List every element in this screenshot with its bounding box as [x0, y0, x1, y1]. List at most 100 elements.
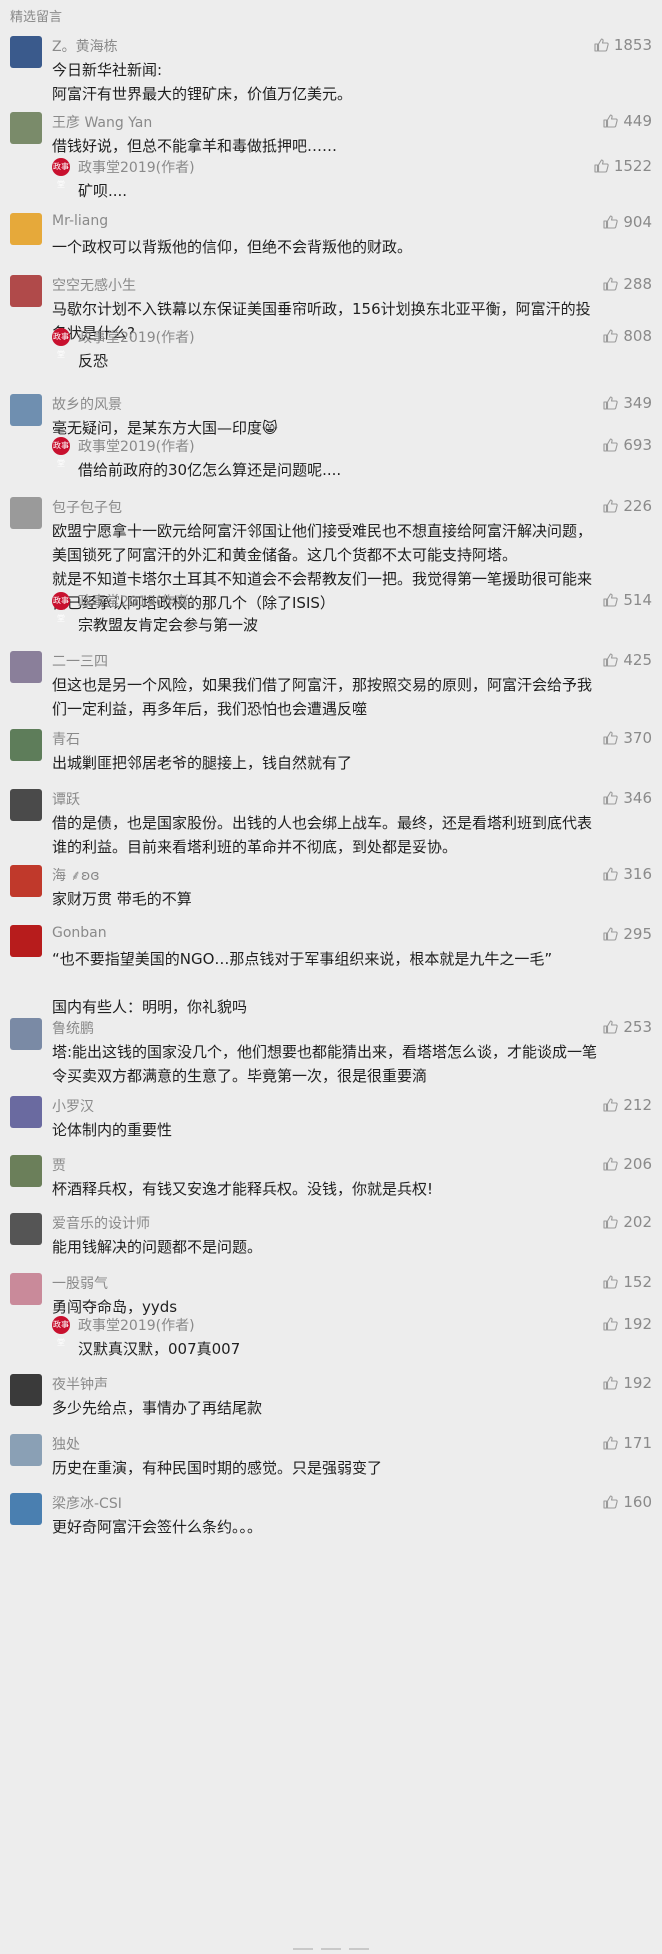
like-button[interactable]: 449 [602, 112, 652, 130]
comment-text: 更好奇阿富汗会签什么条约。。。 [52, 1518, 263, 1536]
like-count: 253 [623, 1018, 652, 1036]
thumbs-up-icon [594, 38, 609, 52]
like-count: 202 [623, 1213, 652, 1231]
like-button[interactable]: 192 [602, 1374, 652, 1392]
like-count: 288 [623, 275, 652, 293]
avatar[interactable] [10, 1374, 42, 1406]
comment-username: 青石 [52, 732, 80, 748]
comment-text: 借的是债，也是国家股份。出钱的人也会绑上战车。最终，还是看塔利班到底代表 谁的利… [52, 814, 593, 856]
comment-username: 王彦 Wang Yan [52, 115, 153, 131]
like-button[interactable]: 346 [602, 789, 652, 807]
author-seal-icon: 政事堂 [52, 158, 70, 189]
like-button[interactable]: 160 [602, 1493, 652, 1511]
like-button[interactable]: 212 [602, 1096, 652, 1114]
comment-username: 独处 [52, 1437, 80, 1453]
reply-like-button[interactable]: 1522 [593, 157, 652, 175]
comment-username: 故乡的风景 [52, 397, 122, 413]
like-button[interactable]: 202 [602, 1213, 652, 1231]
like-count: 212 [623, 1096, 652, 1114]
like-count: 514 [623, 591, 652, 609]
comment-username: 梁彦冰-CSI [52, 1496, 122, 1512]
like-button[interactable]: 206 [602, 1155, 652, 1173]
comment-username: 贾 [52, 1158, 66, 1174]
author-seal-icon: 政事堂 [52, 1316, 70, 1347]
avatar[interactable] [10, 275, 42, 307]
avatar[interactable] [10, 1096, 42, 1128]
thumbs-up-icon [603, 731, 619, 745]
reply-like-button[interactable]: 693 [602, 436, 652, 454]
reply-text: 借给前政府的30亿怎么算还是问题呢.... [78, 461, 342, 479]
like-button[interactable]: 1853 [593, 36, 652, 54]
thumbs-up-icon [603, 927, 619, 941]
like-button[interactable]: 288 [602, 275, 652, 293]
thumbs-up-icon [603, 1215, 619, 1229]
thumbs-up-icon [603, 791, 619, 805]
reply-like-button[interactable]: 514 [602, 591, 652, 609]
avatar[interactable] [10, 1434, 42, 1466]
like-count: 152 [623, 1273, 652, 1291]
like-count: 349 [623, 394, 652, 412]
reply-like-button[interactable]: 808 [602, 327, 652, 345]
section-title: 精选留言 [10, 10, 63, 25]
page-end-indicator [0, 1935, 662, 1954]
comment-username: 包子包子包 [52, 500, 122, 516]
avatar[interactable] [10, 1213, 42, 1245]
reply-author: 政事堂2019(作者) [78, 1318, 195, 1334]
like-button[interactable]: 316 [602, 865, 652, 883]
comment-username: 一股弱气 [52, 1276, 108, 1292]
comment-text: 历史在重演，有种民国时期的感觉。只是强弱变了 [52, 1459, 383, 1477]
like-count: 808 [623, 327, 652, 345]
like-button[interactable]: 370 [602, 729, 652, 747]
avatar[interactable] [10, 729, 42, 761]
avatar[interactable] [10, 865, 42, 897]
avatar[interactable] [10, 1273, 42, 1305]
comment-text: 今日新华社新闻: 阿富汗有世界最大的锂矿床，价值万亿美元。 [52, 61, 353, 103]
comment-text: 借钱好说，但总不能拿羊和毒做抵押吧…… [52, 137, 338, 155]
like-button[interactable]: 226 [602, 497, 652, 515]
avatar[interactable] [10, 36, 42, 68]
thumbs-up-icon [603, 1098, 619, 1112]
avatar[interactable] [10, 1018, 42, 1050]
reply-like-button[interactable]: 192 [602, 1315, 652, 1333]
like-button[interactable]: 253 [602, 1018, 652, 1036]
thumbs-up-icon [603, 593, 619, 607]
avatar[interactable] [10, 651, 42, 683]
thumbs-up-icon [603, 396, 619, 410]
avatar[interactable] [10, 394, 42, 426]
reply-text: 矿呗.... [78, 182, 128, 200]
comment-text: 能用钱解决的问题都不是问题。 [52, 1238, 263, 1256]
avatar[interactable] [10, 789, 42, 821]
like-count: 370 [623, 729, 652, 747]
like-button[interactable]: 295 [602, 925, 652, 943]
avatar[interactable] [10, 112, 42, 144]
like-button[interactable]: 171 [602, 1434, 652, 1452]
avatar[interactable] [10, 925, 42, 957]
avatar[interactable] [10, 1493, 42, 1525]
like-count: 192 [623, 1315, 652, 1333]
comment-username: 海 ⸙ʚɞ [52, 868, 100, 884]
comments-page: 精选留言 Z。黄海栋 1853 今日新华社新闻: 阿富汗有世界最大的锂矿床，价值万亿… [0, 0, 662, 1950]
like-button[interactable]: 349 [602, 394, 652, 412]
thumbs-up-icon [603, 1436, 619, 1450]
thumbs-up-icon [603, 1317, 619, 1331]
like-button[interactable]: 904 [602, 213, 652, 231]
avatar[interactable] [10, 213, 42, 245]
comment-text: 出城剿匪把邻居老爷的腿接上，钱自然就有了 [52, 754, 353, 772]
like-button[interactable]: 425 [602, 651, 652, 669]
avatar[interactable] [10, 497, 42, 529]
thumbs-up-icon [603, 1157, 619, 1171]
comment-text: 塔:能出这钱的国家没几个，他们想要也都能猜出来，看塔塔怎么谈，才能谈成一笔 令买… [52, 1043, 598, 1085]
comment-username: Gonban [52, 925, 107, 941]
comment-text: 家财万贯 带毛的不算 [52, 890, 192, 908]
reply-author: 政事堂2019(作者) [78, 439, 195, 455]
like-button[interactable]: 152 [602, 1273, 652, 1291]
like-count: 1522 [613, 157, 652, 175]
like-count: 316 [623, 865, 652, 883]
like-count: 226 [623, 497, 652, 515]
thumbs-up-icon [603, 277, 619, 291]
avatar[interactable] [10, 1155, 42, 1187]
like-count: 1853 [613, 36, 652, 54]
thumbs-up-icon [594, 159, 609, 173]
comment-text: 多少先给点，事情办了再结尾款 [52, 1399, 263, 1417]
thumbs-up-icon [603, 438, 619, 452]
